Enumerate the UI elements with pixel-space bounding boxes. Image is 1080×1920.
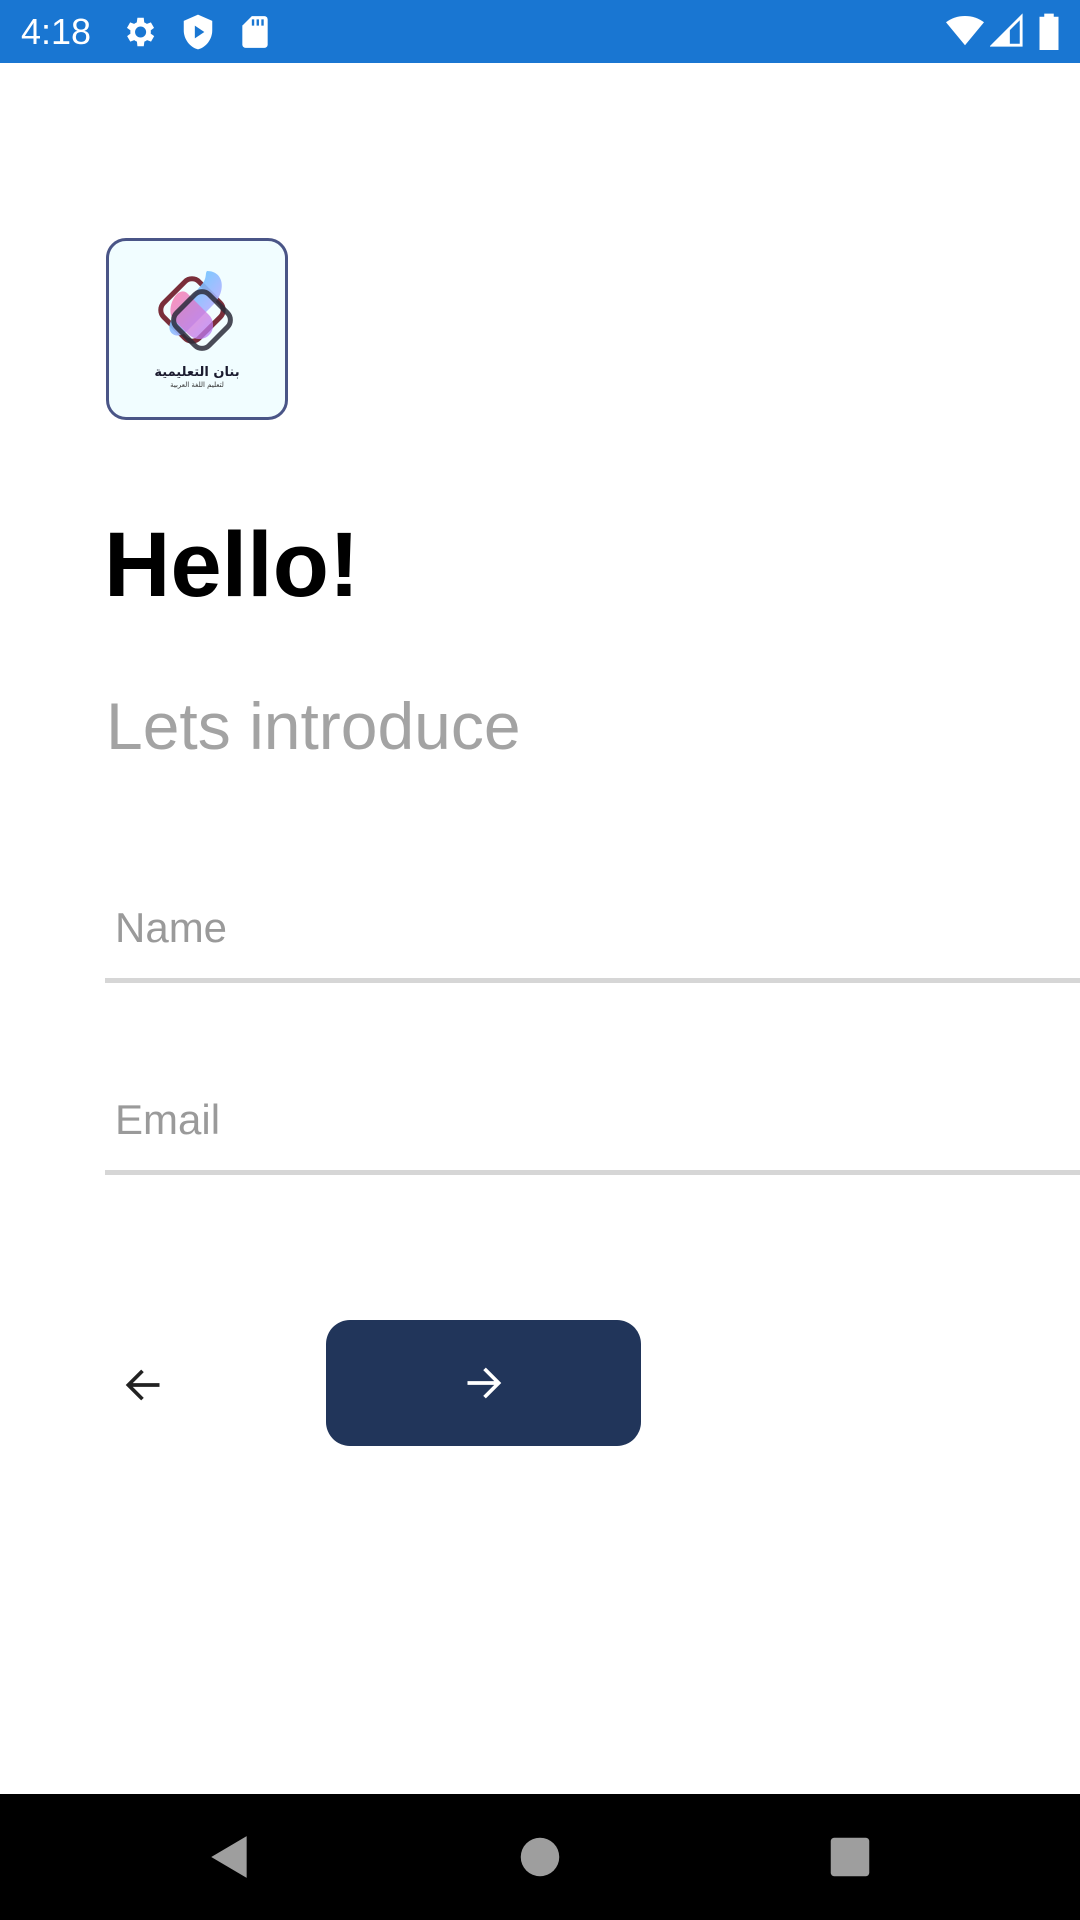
page-title: Hello! <box>104 514 360 616</box>
battery-icon <box>1039 13 1059 50</box>
email-field <box>105 1065 1080 1175</box>
nav-home-icon <box>520 1837 560 1877</box>
page-subtitle: Lets introduce <box>106 689 521 763</box>
app-logo: بنان التعليمية لتعليم اللغة العربية <box>106 238 288 420</box>
logo-text: بنان التعليمية <box>154 365 240 380</box>
arrow-left-icon <box>125 1369 160 1401</box>
nav-recents-button[interactable] <box>810 1794 890 1920</box>
gear-icon <box>126 17 155 47</box>
name-input[interactable] <box>115 898 1065 958</box>
back-button[interactable] <box>110 1352 176 1418</box>
nav-home-button[interactable] <box>500 1794 580 1920</box>
name-field <box>105 873 1080 983</box>
status-bar: 4:18 <box>0 0 1080 63</box>
play-shield-icon <box>183 14 213 50</box>
next-button[interactable] <box>326 1320 641 1446</box>
sd-card-icon <box>242 16 268 48</box>
arrow-right-icon <box>467 1367 501 1399</box>
nav-recents-icon <box>830 1837 870 1877</box>
status-time: 4:18 <box>21 11 92 52</box>
signal-icon <box>990 13 1023 47</box>
system-nav-bar <box>0 1794 1080 1920</box>
wifi-icon <box>946 15 984 46</box>
logo-subtext: لتعليم اللغة العربية <box>170 381 224 389</box>
nav-back-icon <box>211 1836 247 1878</box>
email-input[interactable] <box>115 1090 1065 1150</box>
nav-back-button[interactable] <box>190 1794 270 1920</box>
logo-mark-icon <box>158 271 233 351</box>
